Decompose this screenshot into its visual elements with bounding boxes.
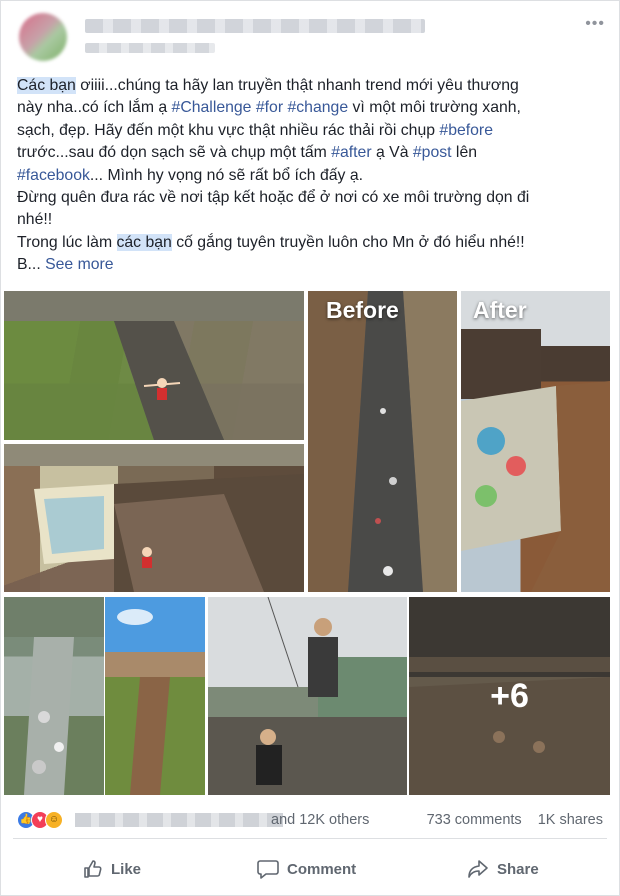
photo-after[interactable]: After — [461, 291, 610, 592]
share-label: Share — [497, 860, 539, 878]
comment-button[interactable]: Comment — [257, 847, 356, 891]
post-text-segment: Trong lúc làm — [17, 233, 117, 251]
hashtag-link[interactable]: #Challenge — [172, 99, 252, 116]
photo-2-scene — [4, 444, 304, 592]
post-actions: Like Comment Share — [1, 847, 619, 891]
highlighted-text: Các bạn — [17, 77, 76, 94]
facebook-post: ••• Các bạn ơiiii...chúng ta hãy lan tru… — [0, 0, 620, 896]
post-text-line: nhé!! — [17, 209, 607, 231]
post-text-segment: sạch, đẹp. Hãy đến một khu vực thật nhiề… — [17, 121, 440, 139]
share-button[interactable]: Share — [467, 847, 539, 891]
more-photos-overlay[interactable]: +6 — [409, 597, 610, 795]
post-text-line: #facebook... Mình hy vọng nó sẽ rất bổ í… — [17, 165, 607, 187]
after-label: After — [473, 297, 527, 323]
photo-2[interactable] — [4, 444, 304, 592]
hashtag-link[interactable]: #post — [413, 144, 452, 161]
haha-reaction-icon: ☺ — [45, 811, 63, 829]
post-header: ••• — [15, 13, 605, 63]
reaction-icons[interactable]: 👍 ♥ ☺ — [17, 811, 77, 829]
post-text-segment: ... Mình hy vọng nó sẽ rất bổ ích đấy ạ. — [89, 166, 363, 184]
post-text-segment: trước...sau đó dọn sạch sẽ và chụp một t… — [17, 144, 332, 162]
post-text-segment: B... — [17, 256, 46, 274]
post-text-line: Các bạn ơiiii...chúng ta hãy lan truyền … — [17, 75, 607, 97]
like-label: Like — [111, 860, 142, 878]
post-text-segment: vì một môi trường xanh, — [348, 99, 521, 117]
post-text-line: sạch, đẹp. Hãy đến một khu vực thật nhiề… — [17, 120, 607, 142]
divider — [13, 838, 607, 839]
comments-count[interactable]: 733 comments — [427, 812, 522, 828]
hashtag-link[interactable]: #before — [439, 122, 493, 139]
photo-6[interactable] — [105, 597, 205, 795]
engagement-counts: 733 comments 1K shares — [415, 812, 603, 828]
photo-7-scene — [208, 597, 407, 795]
thumbs-up-icon — [83, 859, 103, 879]
photo-after-scene — [461, 291, 610, 592]
hashtag-link[interactable]: #change — [288, 99, 349, 116]
photo-5-scene — [4, 597, 104, 795]
post-text-segment: này nha..có ích lắm ạ — [17, 99, 172, 117]
comment-icon — [257, 859, 279, 879]
see-more-link[interactable]: See more — [45, 256, 114, 273]
hashtag-link[interactable]: #for — [256, 99, 283, 116]
more-photos-count: +6 — [490, 676, 529, 715]
post-text-segment: nhé!! — [17, 211, 53, 229]
photo-before[interactable]: Before — [308, 291, 457, 592]
post-text-line: B... See more — [17, 254, 607, 276]
post-text: Các bạn ơiiii...chúng ta hãy lan truyền … — [17, 75, 607, 277]
post-text-segment: lên — [451, 144, 478, 162]
photo-6-scene — [105, 597, 205, 795]
comment-label: Comment — [287, 860, 357, 878]
post-text-line: này nha..có ích lắm ạ #Challenge #for #c… — [17, 97, 607, 119]
hashtag-link[interactable]: #facebook — [17, 167, 90, 184]
shares-count[interactable]: 1K shares — [538, 812, 603, 828]
photo-before-scene — [308, 291, 457, 592]
reactions-bar: 👍 ♥ ☺ and 12K others 733 comments 1K sha… — [17, 807, 603, 833]
reactor-names-redacted[interactable] — [75, 813, 283, 827]
photo-5[interactable] — [4, 597, 104, 795]
hashtag-link[interactable]: #after — [331, 144, 371, 161]
post-text-line: trước...sau đó dọn sạch sẽ và chụp một t… — [17, 142, 607, 164]
photo-1-scene — [4, 291, 304, 440]
photo-1[interactable] — [4, 291, 304, 440]
highlighted-text: các bạn — [116, 233, 172, 251]
post-text-segment: ơiiii...chúng ta hãy lan truyền thật nha… — [75, 77, 519, 94]
author-avatar[interactable] — [19, 13, 67, 61]
like-button[interactable]: Like — [83, 847, 141, 891]
more-options-icon[interactable]: ••• — [585, 15, 605, 33]
before-label: Before — [326, 297, 399, 323]
post-text-segment: Đừng quên đưa rác về nơi tập kết hoặc để… — [17, 189, 530, 207]
photo-7[interactable] — [208, 597, 407, 795]
post-text-segment: cố gắng tuyên truyền luôn cho Mn ở đó hi… — [171, 233, 525, 251]
post-text-line: Trong lúc làm các bạn cố gắng tuyên truy… — [17, 232, 607, 254]
reaction-others[interactable]: and 12K others — [271, 812, 369, 828]
author-name-redacted[interactable] — [85, 19, 425, 33]
post-text-segment: ạ Và — [371, 144, 413, 162]
post-text-line: Đừng quên đưa rác về nơi tập kết hoặc để… — [17, 187, 607, 209]
photo-more[interactable]: +6 — [409, 597, 610, 795]
post-meta-redacted — [85, 43, 215, 53]
share-icon — [467, 859, 489, 879]
